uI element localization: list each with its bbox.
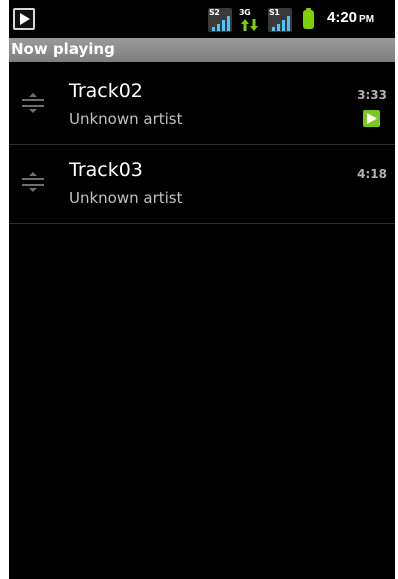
data-3g-icon: 3G	[238, 8, 262, 32]
page-title: Now playing	[11, 40, 115, 58]
clock-time: 4:20	[327, 9, 358, 26]
track-artist: Unknown artist	[69, 110, 183, 128]
track-row[interactable]: Track03 Unknown artist 4:18	[9, 145, 395, 224]
track-duration: 4:18	[357, 167, 387, 181]
signal-strength-icon: S1	[268, 8, 292, 32]
status-clock: 4:20 PM	[327, 9, 374, 26]
play-notification-icon[interactable]	[13, 8, 35, 30]
track-duration: 3:33	[357, 88, 387, 102]
track-list: Track02 Unknown artist 3:33 Track03 Unkn…	[9, 66, 395, 224]
now-playing-icon	[363, 110, 380, 127]
title-bar: Now playing	[9, 38, 395, 62]
drag-handle-icon[interactable]	[22, 169, 44, 195]
status-bar: S2 3G S1 4:20 PM	[9, 0, 395, 38]
phone-screen: S2 3G S1 4:20 PM Now playing Track02 Unk…	[9, 0, 395, 579]
clock-ampm: PM	[359, 14, 375, 25]
track-row[interactable]: Track02 Unknown artist 3:33	[9, 66, 395, 145]
drag-handle-icon[interactable]	[22, 90, 44, 116]
signal-strength-icon: S2	[208, 8, 232, 32]
track-title: Track03	[69, 159, 143, 181]
track-title: Track02	[69, 80, 143, 102]
battery-icon	[303, 8, 314, 29]
track-artist: Unknown artist	[69, 189, 183, 207]
